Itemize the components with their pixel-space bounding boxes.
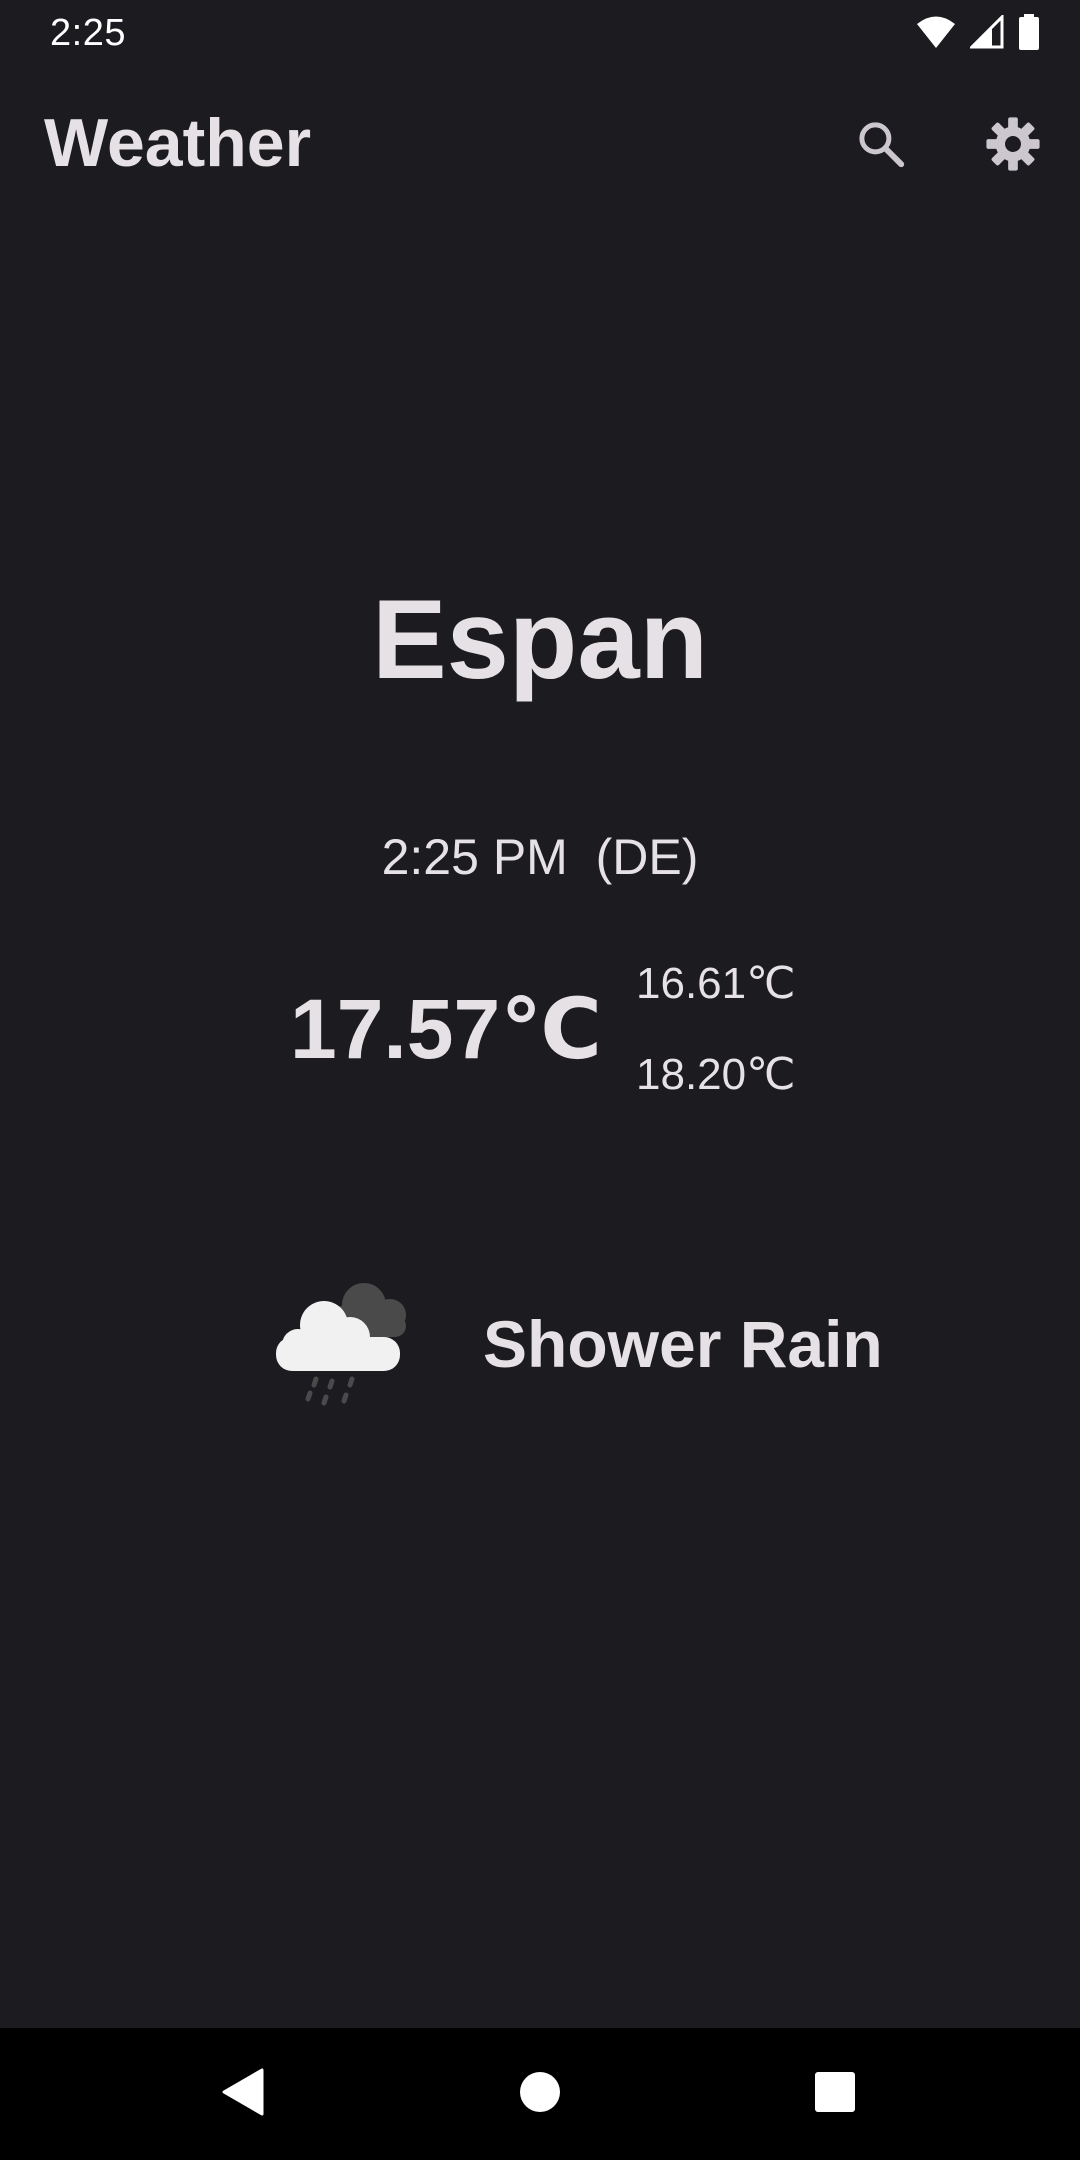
back-icon <box>222 2068 266 2121</box>
app-title: Weather <box>44 105 312 181</box>
wifi-icon <box>916 15 956 54</box>
weather-condition: Shower Rain <box>483 1307 883 1381</box>
current-temperature: 17.57℃ <box>290 982 602 1076</box>
status-time: 2:25 <box>50 12 126 54</box>
home-button[interactable] <box>500 2054 580 2134</box>
shower-rain-icon <box>272 1275 432 1415</box>
max-temperature: 18.20℃ <box>636 1050 796 1099</box>
local-time: 2:25 PM <box>381 829 568 885</box>
city-name: Espan <box>371 577 709 702</box>
min-temperature: 16.61℃ <box>636 959 796 1008</box>
home-icon <box>518 2070 562 2119</box>
recents-button[interactable] <box>795 2054 875 2134</box>
country-code: (DE) <box>595 829 699 885</box>
back-button[interactable] <box>204 2054 284 2134</box>
status-bar: 2:25 <box>0 0 1080 66</box>
status-icons <box>916 12 1040 55</box>
cellular-signal-icon <box>968 12 1004 54</box>
app-bar: Weather <box>0 66 1080 216</box>
settings-button[interactable] <box>973 106 1053 186</box>
search-button[interactable] <box>841 106 921 186</box>
weather-screen: 2:25 Weather Espan 2:25 PM (DE) 17.57℃ 1… <box>0 0 1080 2160</box>
local-time-row: 2:25 PM (DE) <box>0 828 1080 886</box>
search-icon <box>854 117 908 176</box>
navigation-bar <box>0 2028 1080 2160</box>
recents-icon <box>814 2071 856 2118</box>
settings-gear-icon <box>984 115 1042 178</box>
battery-icon <box>1018 13 1040 55</box>
